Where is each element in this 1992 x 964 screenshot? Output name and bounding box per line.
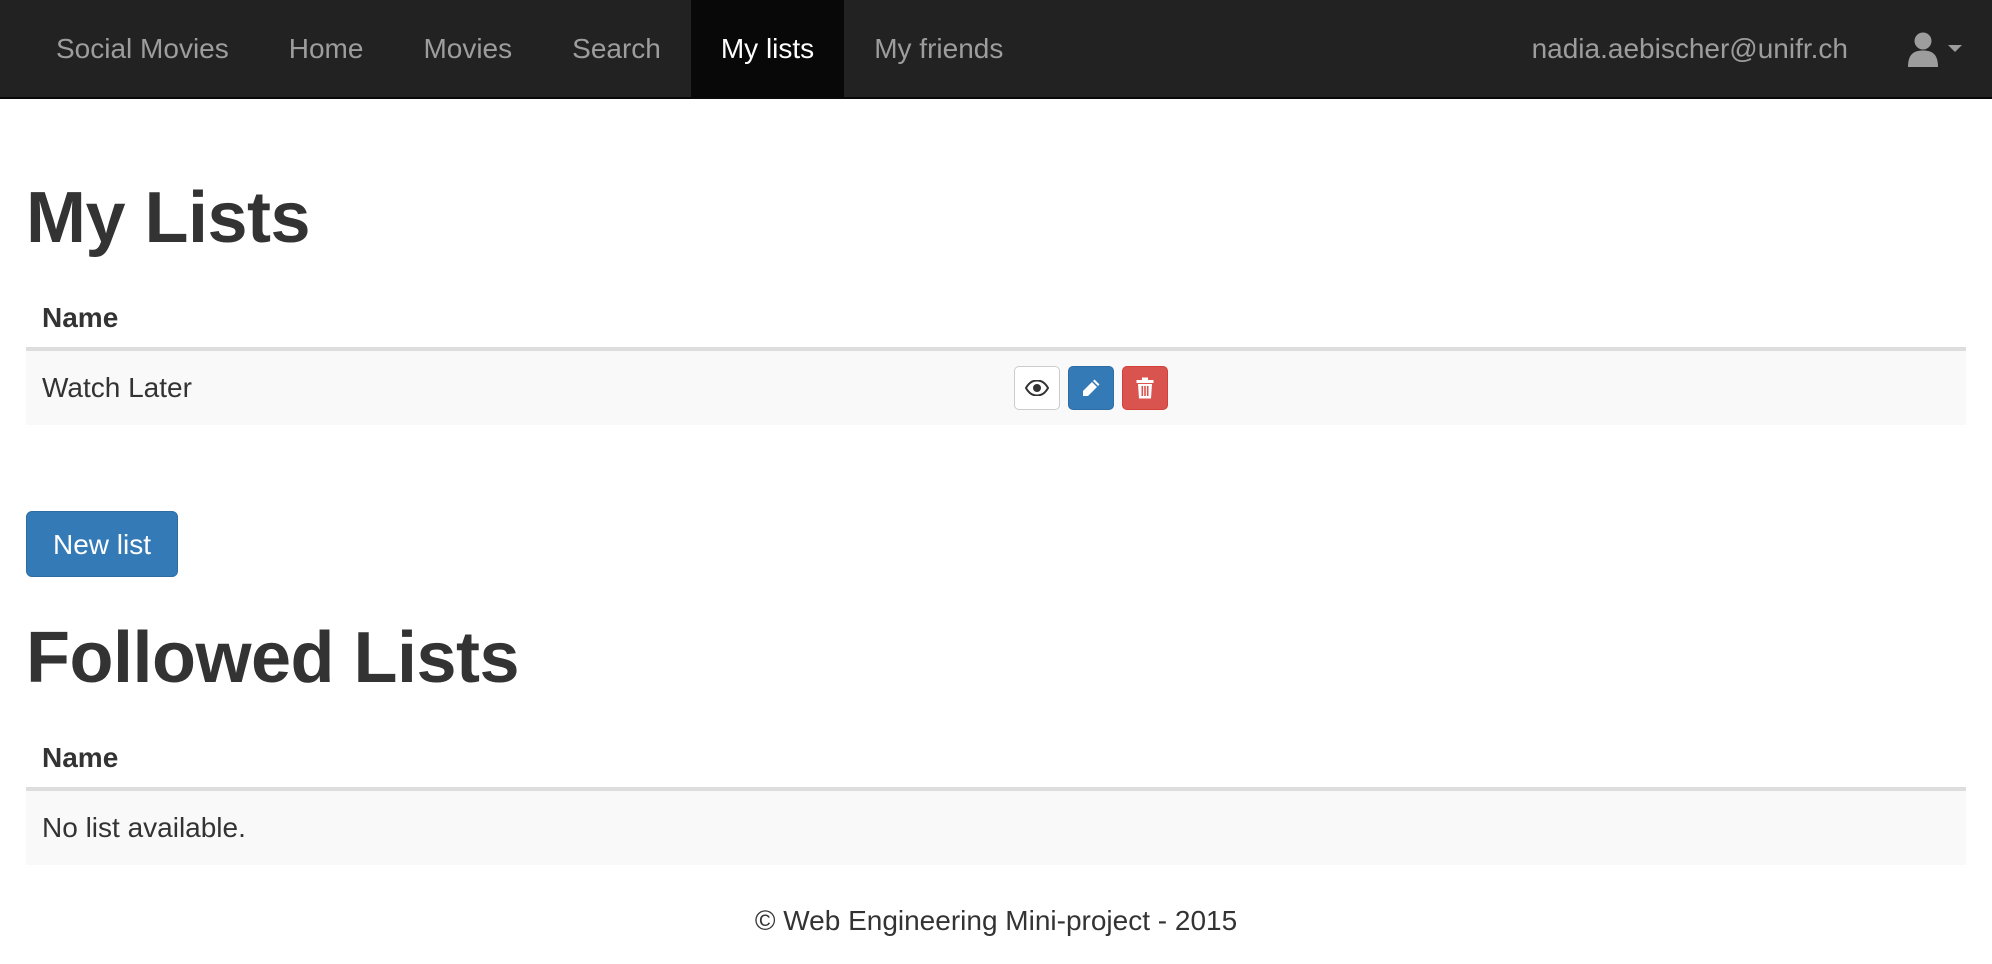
brand-link[interactable]: Social Movies <box>26 0 259 97</box>
top-navbar: Social Movies Home Movies Search My list… <box>0 0 1992 99</box>
followed-lists-table: Name No list available. <box>26 729 1966 865</box>
nav-item-home[interactable]: Home <box>259 0 394 97</box>
nav-item-movies[interactable]: Movies <box>393 0 542 97</box>
followed-lists-title: Followed Lists <box>26 618 520 698</box>
pencil-icon <box>1083 379 1100 396</box>
table-header-row: Name <box>26 729 1966 791</box>
my-lists-title: My Lists <box>26 178 311 258</box>
user-dropdown-toggle[interactable] <box>1878 0 1966 97</box>
column-header-name: Name <box>26 289 1966 351</box>
table-header-row: Name <box>26 289 1966 351</box>
edit-list-button[interactable] <box>1068 366 1114 410</box>
nav-item-search[interactable]: Search <box>542 0 691 97</box>
eye-icon <box>1025 380 1049 396</box>
footer: © Web Engineering Mini-project - 2015 <box>0 905 1992 937</box>
table-row: No list available. <box>26 789 1966 865</box>
nav-links: Social Movies Home Movies Search My list… <box>26 0 1033 97</box>
table-row: Watch Later <box>26 349 1966 425</box>
my-lists-table: Name Watch Later <box>26 289 1966 425</box>
column-header-name: Name <box>26 729 1966 791</box>
view-list-button[interactable] <box>1014 366 1060 410</box>
nav-user-area: nadia.aebischer@unifr.ch <box>1502 0 1966 97</box>
list-name: Watch Later <box>26 349 1014 425</box>
nav-item-my-lists[interactable]: My lists <box>690 0 845 97</box>
caret-down-icon <box>1948 45 1962 52</box>
delete-list-button[interactable] <box>1122 366 1168 410</box>
new-list-button[interactable]: New list <box>26 511 179 577</box>
footer-text: © Web Engineering Mini-project - 2015 <box>754 905 1238 936</box>
row-actions <box>1014 366 1950 410</box>
trash-icon <box>1136 377 1154 399</box>
empty-message: No list available. <box>26 789 1966 865</box>
user-icon <box>1908 32 1938 67</box>
user-email: nadia.aebischer@unifr.ch <box>1531 33 1848 64</box>
nav-item-my-friends[interactable]: My friends <box>844 0 1033 97</box>
